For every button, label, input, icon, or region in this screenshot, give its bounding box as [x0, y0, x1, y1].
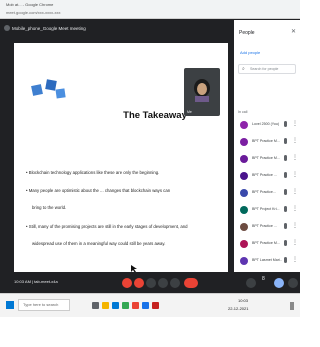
close-icon[interactable]: ✕: [291, 28, 296, 35]
search-icon: ⌕: [242, 66, 245, 72]
avatar: [240, 172, 248, 180]
search-placeholder: Search for people: [250, 67, 279, 71]
taskbar-time: 10:03: [238, 298, 249, 303]
participant-row[interactable]: Lovel 2500 (You) ⋮: [238, 120, 298, 132]
more-options-icon[interactable]: ⋮: [292, 154, 298, 161]
windows-start-icon[interactable]: [6, 301, 14, 309]
file-explorer-icon[interactable]: [102, 302, 109, 309]
self-video-tile[interactable]: Me: [184, 68, 220, 116]
chrome-icon[interactable]: [132, 302, 139, 309]
more-options-icon[interactable]: ⋮: [292, 205, 298, 212]
avatar: [240, 138, 248, 146]
more-options-button[interactable]: [170, 278, 180, 288]
participant-row[interactable]: BPT Practice M... ⋮: [238, 137, 298, 149]
participant-row[interactable]: BPT Practice M... ⋮: [238, 239, 298, 251]
mic-button[interactable]: [122, 278, 132, 288]
participant-row[interactable]: BPT Project Kri... ⋮: [238, 205, 298, 217]
mic-icon: [284, 240, 287, 246]
self-tile-name: Me: [187, 110, 192, 114]
participant-name: BPT Practice M...: [252, 156, 280, 160]
panel-title: People: [239, 30, 255, 36]
avatar: [240, 121, 248, 129]
mic-icon: [284, 121, 287, 127]
powerpoint-icon[interactable]: [152, 302, 159, 309]
participant-row[interactable]: BPT Practice... ⋮: [238, 188, 298, 200]
participant-row[interactable]: BPT Lasmet Mari... ⋮: [238, 256, 298, 268]
mic-icon: [284, 223, 287, 229]
browser-bar: Mob at... - Google Chrome meet.google.co…: [0, 0, 300, 19]
people-button[interactable]: [274, 278, 284, 288]
participant-name: BPT Practice...: [252, 190, 276, 194]
app-icon[interactable]: [142, 302, 149, 309]
store-icon[interactable]: [122, 302, 129, 309]
add-people-button[interactable]: Add people: [240, 50, 260, 55]
people-panel: People ✕ Add people ⌕ Search for people …: [234, 20, 300, 272]
slide-bullet-2-cont: bring to the world.: [32, 205, 67, 210]
more-options-icon[interactable]: ⋮: [292, 120, 298, 127]
more-options-icon[interactable]: ⋮: [292, 188, 298, 195]
participant-row[interactable]: BPT Practice M... ⋮: [238, 154, 298, 166]
participant-count: 8: [262, 276, 265, 282]
in-call-label: In call: [238, 110, 248, 114]
meet-logo-icon: [4, 25, 10, 31]
info-button[interactable]: [246, 278, 256, 288]
present-button[interactable]: [158, 278, 168, 288]
participant-row[interactable]: BPT Practice ... ⋮: [238, 222, 298, 234]
chat-button[interactable]: [288, 278, 298, 288]
slide-bullet-1: • Blockchain technology applications lik…: [26, 170, 160, 175]
avatar: [240, 155, 248, 163]
participant-name: BPT Practice M...: [252, 241, 280, 245]
meeting-controls: 10:03 AM | tab-meet-x4a 8: [0, 272, 300, 293]
participant-name: BPT Practice M...: [252, 139, 280, 143]
participant-name: Lovel 2500 (You): [252, 122, 280, 126]
avatar: [240, 223, 248, 231]
taskbar: Type here to search 10:03 22-12-2021: [0, 293, 300, 317]
page-bottom: [0, 317, 300, 347]
edge-icon[interactable]: [112, 302, 119, 309]
slide-bullet-2: • Many people are optimistic about the .…: [26, 188, 171, 193]
more-options-icon[interactable]: ⋮: [292, 222, 298, 229]
participant-name: BPT Lasmet Mari...: [252, 258, 282, 262]
taskbar-search-input[interactable]: Type here to search: [18, 299, 70, 311]
more-options-icon[interactable]: ⋮: [292, 239, 298, 246]
avatar: [240, 206, 248, 214]
meeting-title: Mobile_phone_Google Meet meeting: [12, 26, 86, 31]
more-options-icon[interactable]: ⋮: [292, 171, 298, 178]
participant-name: BPT Practice ...: [252, 173, 277, 177]
captions-button[interactable]: [146, 278, 156, 288]
address-bar[interactable]: meet.google.com/xxx-xxxx-xxx: [6, 10, 60, 15]
slide-bullet-3-cont: widespread use of them in a meaningful w…: [32, 241, 166, 246]
people-search-input[interactable]: ⌕ Search for people: [238, 64, 296, 74]
mic-icon: [284, 189, 287, 195]
more-options-icon[interactable]: ⋮: [292, 256, 298, 263]
mic-icon: [284, 257, 287, 263]
avatar: [240, 189, 248, 197]
participant-name: BPT Project Kri...: [252, 207, 280, 211]
camera-button[interactable]: [134, 278, 144, 288]
participant-name: BPT Practice ...: [252, 224, 277, 228]
meeting-info: 10:03 AM | tab-meet-x4a: [14, 279, 58, 284]
blockchain-logo-icon: [31, 79, 66, 99]
participant-row[interactable]: BPT Practice ... ⋮: [238, 171, 298, 183]
task-view-icon[interactable]: [92, 302, 99, 309]
avatar: [240, 240, 248, 248]
taskbar-search-text: Type here to search: [23, 302, 59, 307]
browser-title: Mob at... - Google Chrome: [6, 2, 54, 7]
avatar: [240, 257, 248, 265]
slide-bullet-3: • Still, many of the promising projects …: [26, 224, 188, 229]
end-call-button[interactable]: [184, 278, 198, 288]
mic-icon: [284, 155, 287, 161]
more-options-icon[interactable]: ⋮: [292, 137, 298, 144]
mic-icon: [284, 206, 287, 212]
mic-icon: [284, 172, 287, 178]
avatar: [194, 79, 210, 102]
notification-icon[interactable]: [290, 302, 294, 310]
taskbar-date: 22-12-2021: [228, 306, 249, 311]
mic-icon: [284, 138, 287, 144]
